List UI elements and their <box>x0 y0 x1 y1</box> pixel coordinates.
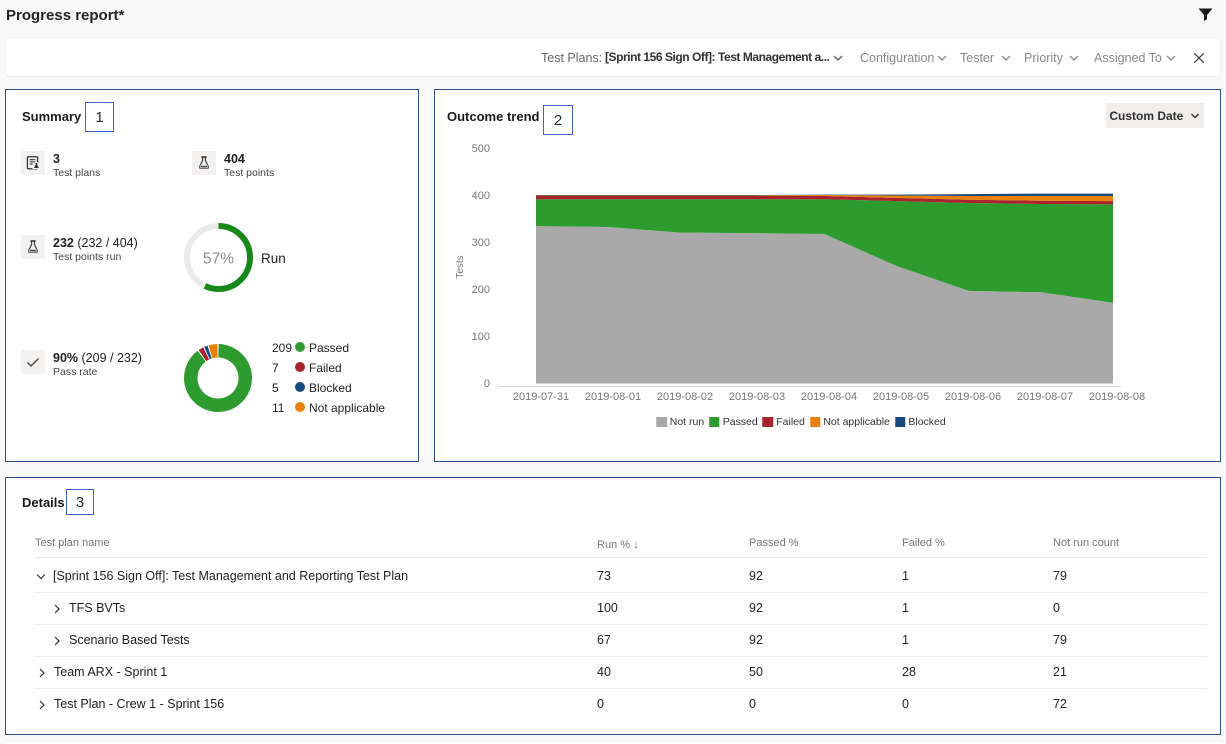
svg-text:100: 100 <box>472 331 490 343</box>
svg-text:2019-08-08: 2019-08-08 <box>1089 391 1145 403</box>
svg-text:2019-08-05: 2019-08-05 <box>873 391 929 403</box>
svg-text:Tests: Tests <box>455 255 466 278</box>
svg-text:400: 400 <box>472 190 490 202</box>
svg-text:0: 0 <box>484 378 490 390</box>
svg-text:2019-08-06: 2019-08-06 <box>945 391 1001 403</box>
svg-text:200: 200 <box>472 284 490 296</box>
svg-text:2019-08-03: 2019-08-03 <box>729 391 785 403</box>
svg-text:2019-08-07: 2019-08-07 <box>1017 391 1073 403</box>
svg-text:2019-07-31: 2019-07-31 <box>513 391 569 403</box>
svg-text:2019-08-01: 2019-08-01 <box>585 391 641 403</box>
svg-text:300: 300 <box>472 237 490 249</box>
svg-text:500: 500 <box>472 143 490 155</box>
svg-text:2019-08-02: 2019-08-02 <box>657 391 713 403</box>
svg-text:2019-08-04: 2019-08-04 <box>801 391 857 403</box>
